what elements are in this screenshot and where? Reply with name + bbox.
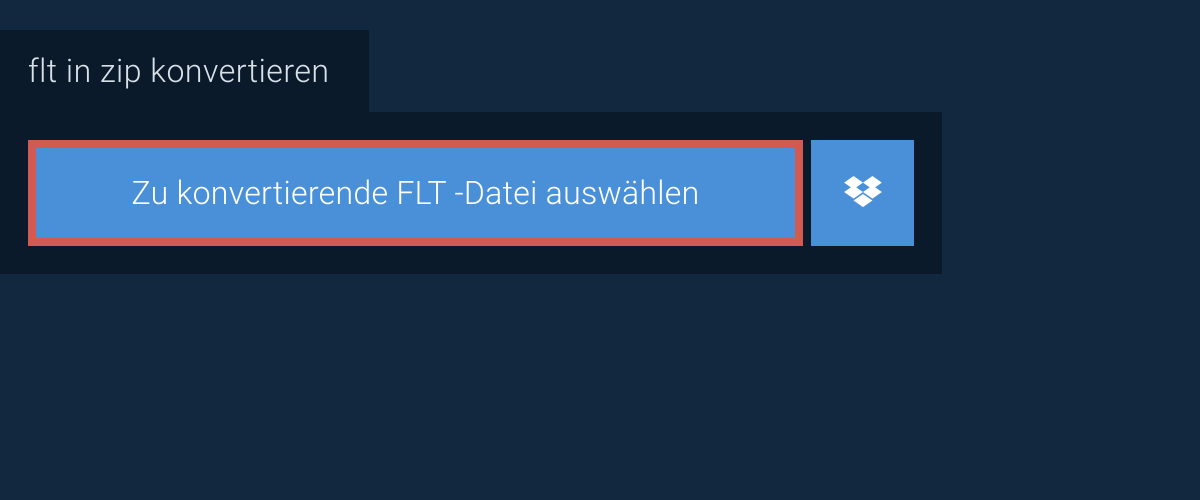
content-panel: Zu konvertierende FLT -Datei auswählen: [0, 112, 942, 274]
dropbox-icon: [844, 176, 882, 210]
button-row: Zu konvertierende FLT -Datei auswählen: [28, 140, 914, 246]
select-file-button[interactable]: Zu konvertierende FLT -Datei auswählen: [28, 140, 803, 246]
dropbox-button[interactable]: [811, 140, 914, 246]
tab-header: flt in zip konvertieren: [0, 30, 369, 112]
page-title: flt in zip konvertieren: [28, 52, 329, 90]
